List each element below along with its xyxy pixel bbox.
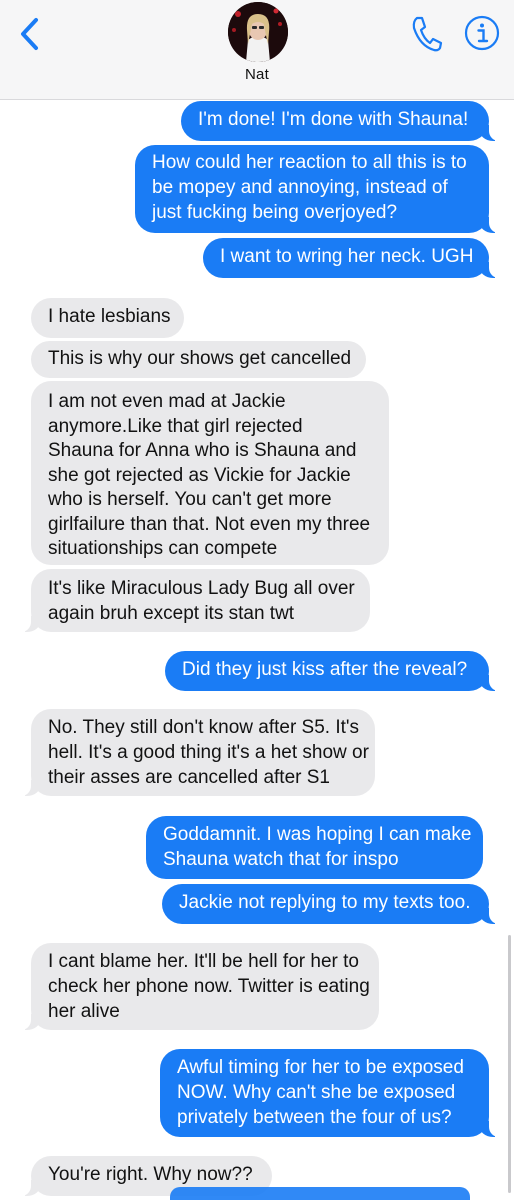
message-text: Did they just kiss after the reveal? [182,659,468,680]
message-bubble-sent[interactable]: Jackie not replying to my texts too. [162,884,503,924]
call-button[interactable] [408,12,444,54]
message-text: How could her reaction to all this is to [152,152,467,173]
info-icon [464,15,500,51]
message-text: hell. It's a good thing it's a het show … [48,742,369,763]
message-bubble-sent[interactable]: Goddamnit. I was hoping I can make Shaun… [146,816,483,879]
avatar-photo [228,2,288,62]
message-bubble-sent[interactable]: Awful timing for her to be exposed NOW. … [160,1049,503,1137]
chevron-left-icon [21,18,38,50]
info-button[interactable] [462,13,502,53]
message-bubble-sent[interactable]: I want to wring her neck. UGH [203,238,503,278]
scrollbar[interactable] [508,935,511,1193]
message-bubble-received[interactable]: I am not even mad at Jackie anymore.Like… [31,381,389,565]
message-text: Shauna watch that for inspo [163,849,399,870]
message-bubble-received[interactable]: I cant blame her. It'll be hell for her … [17,943,379,1030]
message-bubble-sent[interactable]: Did they just kiss after the reveal? [165,651,503,691]
message-text: I am not even mad at Jackie [48,391,286,412]
message-text: You're right. Why now?? [48,1164,253,1185]
contact-avatar[interactable] [228,2,288,62]
conversation-header: Nat [0,0,514,100]
message-text: It's like Miraculous Lady Bug all over [48,578,355,599]
message-bubble-received[interactable]: I hate lesbians [31,298,184,338]
message-bubble-received[interactable]: No. They still don't know after S5. It's… [17,709,375,796]
message-text: Goddamnit. I was hoping I can make [163,824,472,845]
message-text: situationships can compete [48,538,278,559]
message-bubble-sent[interactable]: How could her reaction to all this is to… [135,145,503,233]
message-text: girlfailure than that. Not even my three [48,513,371,535]
message-bubble-sent[interactable]: I'm done! I'm done with Shauna! [181,101,503,141]
message-text: anymore.Like that girl rejected [48,415,303,437]
message-text: Shauna for Anna who is Shauna and [48,440,357,461]
message-text: Jackie not replying to my texts too. [179,892,471,913]
message-text: I want to wring her neck. UGH [220,246,474,267]
back-button[interactable] [14,14,48,54]
message-text: just fucking being overjoyed? [152,202,398,223]
phone-icon [412,16,443,52]
message-text: she got rejected as Vickie for Jackie [48,464,351,486]
message-bubble-received[interactable]: This is why our shows get cancelled [31,341,366,378]
message-text: her alive [48,1001,120,1022]
messages-screen: Nat I'm done! I'm done with Shauna! How … [0,0,514,1200]
message-text: their asses are cancelled after S1 [48,767,330,788]
message-text: I hate lesbians [48,306,171,327]
message-text: No. They still don't know after S5. It's [48,717,360,738]
message-text: I'm done! I'm done with Shauna! [198,109,469,130]
message-text: be mopey and annoying, instead of [152,177,448,198]
contact-name[interactable]: Nat [0,66,514,83]
message-text: who is herself. You can't get more [48,489,332,510]
message-bubble-received[interactable]: It's like Miraculous Lady Bug all over a… [17,569,370,632]
message-text: NOW. Why can't she be exposed [177,1082,456,1103]
message-text: privately between the four of us? [177,1107,452,1128]
message-text: I cant blame her. It'll be hell for her … [48,951,359,972]
message-text: Awful timing for her to be exposed [177,1057,464,1078]
next-message-bubble-partial [170,1187,470,1200]
message-text: This is why our shows get cancelled [48,348,352,369]
message-text: check her phone now. Twitter is eating [48,976,370,997]
message-text: again bruh except its stan twt [48,603,295,624]
